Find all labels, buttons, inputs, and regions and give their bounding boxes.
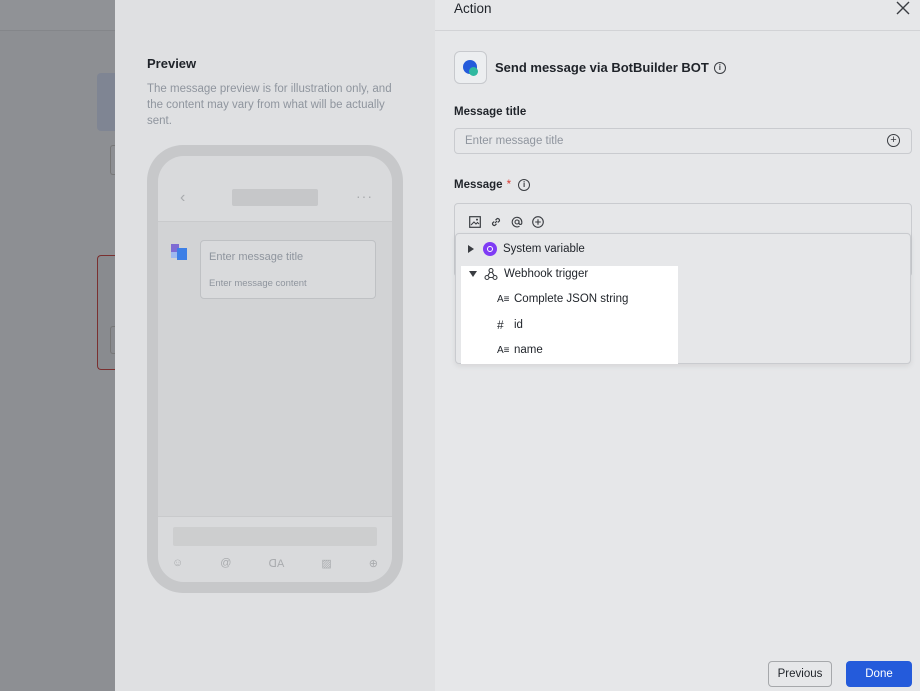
required-mark: * — [506, 179, 512, 191]
message-label-row: Message * i — [454, 179, 531, 191]
bubble-content: Enter message content — [209, 278, 307, 289]
text-type-icon: A≡ — [497, 293, 510, 305]
link-icon[interactable] — [490, 216, 502, 228]
phone-footer: ☺ @ ᗡA ▨ ⊕ — [158, 516, 392, 582]
message-title-input[interactable] — [454, 128, 912, 154]
previous-button[interactable]: Previous — [768, 661, 832, 687]
field-item-name[interactable]: A≡ name — [497, 338, 543, 362]
background-card — [97, 73, 115, 131]
preview-panel: Preview The message preview is for illus… — [115, 0, 435, 691]
field-item-id[interactable]: # id — [497, 313, 523, 337]
done-button[interactable]: Done — [846, 661, 912, 687]
info-icon[interactable]: i — [518, 179, 531, 191]
system-variable-item[interactable]: System variable — [468, 237, 585, 261]
phone-screen: ‹ ··· Enter message title Enter message … — [158, 156, 392, 582]
system-variable-label: System variable — [503, 243, 585, 255]
bot-avatar — [171, 244, 187, 260]
insert-variable-icon[interactable]: + — [887, 134, 900, 147]
editor-toolbar — [469, 216, 544, 228]
background-card-selected — [97, 255, 116, 370]
botbuilder-icon — [454, 51, 487, 84]
action-title: Action — [454, 1, 492, 16]
add-circle-icon[interactable] — [532, 216, 544, 228]
field-label: name — [514, 344, 543, 356]
emoji-icon: ☺ — [172, 557, 184, 569]
mention-icon[interactable] — [511, 216, 523, 228]
field-label: Complete JSON string — [514, 293, 629, 305]
mention-icon: @ — [220, 557, 232, 569]
system-variable-icon — [483, 242, 497, 256]
add-icon: ⊕ — [368, 558, 378, 570]
phone-toolbar: ☺ @ ᗡA ▨ ⊕ — [172, 557, 378, 570]
info-icon[interactable]: i — [713, 61, 726, 74]
phone-mockup: ‹ ··· Enter message title Enter message … — [147, 145, 403, 593]
collapse-icon[interactable] — [469, 271, 477, 277]
message-label: Message — [454, 179, 503, 191]
webhook-icon — [484, 267, 498, 281]
message-bubble: Enter message title Enter message conten… — [200, 240, 376, 299]
phone-header: ‹ ··· — [158, 156, 392, 222]
font-icon: ᗡA — [268, 558, 285, 570]
preview-title: Preview — [147, 56, 197, 71]
footer-actions: Previous Done — [435, 661, 920, 687]
image-icon[interactable] — [469, 216, 481, 228]
field-item-json[interactable]: A≡ Complete JSON string — [497, 287, 628, 311]
variable-dropdown: System variable Webhook trigger A≡ Compl… — [455, 233, 911, 364]
more-icon: ··· — [356, 188, 373, 204]
webhook-trigger-item[interactable]: Webhook trigger — [469, 262, 588, 286]
phone-input-placeholder — [173, 527, 377, 546]
preview-note: The message preview is for illustration … — [147, 83, 392, 127]
bot-label: Send message via BotBuilder BOT — [495, 60, 709, 75]
number-type-icon: # — [497, 318, 504, 332]
webhook-trigger-label: Webhook trigger — [504, 268, 589, 280]
expand-icon[interactable] — [468, 245, 474, 253]
field-label: id — [514, 319, 523, 331]
back-icon: ‹ — [180, 189, 186, 206]
bubble-title: Enter message title — [209, 251, 304, 263]
image-icon: ▨ — [321, 558, 332, 570]
message-title-label: Message title — [454, 106, 527, 118]
background-topbar — [0, 0, 115, 31]
action-header: Action — [435, 0, 920, 31]
phone-title-placeholder — [232, 189, 318, 206]
text-type-icon: A≡ — [497, 344, 510, 356]
close-icon[interactable] — [896, 1, 910, 15]
bot-row: Send message via BotBuilder BOT i — [454, 51, 726, 84]
